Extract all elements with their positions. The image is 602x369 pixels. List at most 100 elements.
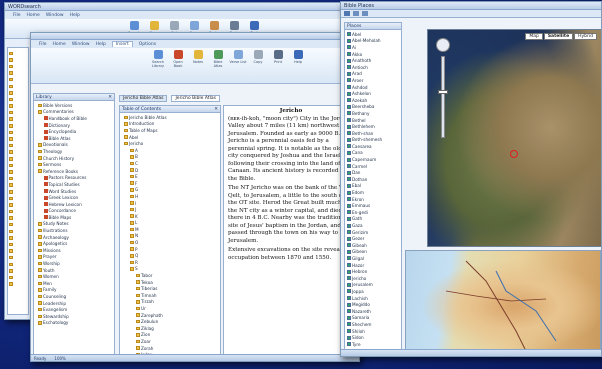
tab-options[interactable]: Options	[139, 42, 156, 47]
place-checkbox[interactable]	[347, 177, 351, 182]
place-checkbox[interactable]	[347, 197, 351, 202]
library-item[interactable]: Sermons	[36, 161, 112, 168]
place-checkbox[interactable]	[347, 309, 351, 314]
place-item[interactable]: Antioch	[347, 64, 399, 71]
back-library-item[interactable]	[9, 169, 27, 176]
library-item[interactable]: Pastors Resources	[36, 175, 112, 182]
back-arrow-icon[interactable]	[344, 11, 350, 16]
contents-item[interactable]: R	[122, 259, 218, 266]
place-checkbox[interactable]	[347, 45, 351, 50]
place-checkbox[interactable]	[347, 137, 351, 142]
place-checkbox[interactable]	[347, 289, 351, 294]
place-item[interactable]: Megiddo	[347, 301, 399, 308]
back-library-item[interactable]	[9, 149, 27, 156]
ribbon-button-3[interactable]: Bible Atlas	[209, 50, 227, 68]
close-icon[interactable]: ✕	[214, 107, 218, 112]
contents-item[interactable]: Zion	[122, 332, 218, 339]
place-item[interactable]: Bethlehem	[347, 123, 399, 130]
place-checkbox[interactable]	[347, 32, 351, 37]
place-checkbox[interactable]	[347, 144, 351, 149]
back-library-item[interactable]	[9, 109, 27, 116]
place-checkbox[interactable]	[347, 302, 351, 307]
library-item[interactable]: Theology	[36, 148, 112, 155]
place-item[interactable]: Nazareth	[347, 308, 399, 315]
place-checkbox[interactable]	[347, 210, 351, 215]
ribbon-button-1[interactable]: Open Book	[169, 50, 187, 68]
place-item[interactable]: Dothan	[347, 176, 399, 183]
place-checkbox[interactable]	[347, 315, 351, 320]
back-library-item[interactable]	[9, 261, 27, 268]
place-item[interactable]: Gath	[347, 216, 399, 223]
back-library-item[interactable]	[9, 195, 27, 202]
tab-home[interactable]: Home	[53, 42, 66, 47]
ribbon-button-0[interactable]: Search Library	[149, 50, 167, 68]
ribbon-button-2[interactable]: Notes	[189, 50, 207, 64]
contents-item[interactable]: O	[122, 239, 218, 246]
library-item[interactable]: Men	[36, 280, 112, 287]
contents-item[interactable]: Q	[122, 252, 218, 259]
library-item[interactable]: Counseling	[36, 293, 112, 300]
place-item[interactable]: Gibeon	[347, 249, 399, 256]
contents-item[interactable]: C	[122, 160, 218, 167]
library-item[interactable]: Topical Studies	[36, 181, 112, 188]
back-tab-home[interactable]: Home	[27, 13, 40, 18]
library-item[interactable]: Encyclopedia	[36, 128, 112, 135]
place-item[interactable]: Beth-shan	[347, 130, 399, 137]
place-item[interactable]: Ai	[347, 44, 399, 51]
place-item[interactable]: Hazor	[347, 262, 399, 269]
back-library-item[interactable]	[9, 175, 27, 182]
back-library-item[interactable]	[9, 136, 27, 143]
library-item[interactable]: Family	[36, 287, 112, 294]
place-checkbox[interactable]	[347, 203, 351, 208]
library-item[interactable]: Bible Atlas	[36, 135, 112, 142]
place-checkbox[interactable]	[347, 52, 351, 57]
library-item[interactable]: Leadership	[36, 300, 112, 307]
place-checkbox[interactable]	[347, 183, 351, 188]
back-library-item[interactable]	[9, 83, 27, 90]
tab-file[interactable]: File	[39, 42, 47, 47]
place-checkbox[interactable]	[347, 150, 351, 155]
close-icon[interactable]: ✕	[108, 95, 112, 100]
place-checkbox[interactable]	[347, 104, 351, 109]
back-library-item[interactable]	[9, 123, 27, 130]
back-tab-file[interactable]: File	[13, 13, 21, 18]
place-item[interactable]: Dan	[347, 169, 399, 176]
back-library-item[interactable]	[9, 70, 27, 77]
zoom-slider[interactable]	[441, 56, 445, 138]
place-item[interactable]: Emmaus	[347, 202, 399, 209]
back-library-item[interactable]	[9, 57, 27, 64]
place-item[interactable]: Lachish	[347, 295, 399, 302]
place-checkbox[interactable]	[347, 243, 351, 248]
place-item[interactable]: Shechem	[347, 321, 399, 328]
document-tab-active[interactable]: Jericho Bible Atlas	[171, 95, 220, 102]
library-item[interactable]: Bible Versions	[36, 102, 112, 109]
back-library-item[interactable]	[9, 228, 27, 235]
place-checkbox[interactable]	[347, 65, 351, 70]
ribbon-button-4[interactable]: Verse List	[229, 50, 247, 64]
contents-item[interactable]: Zarephath	[122, 312, 218, 319]
topographic-map[interactable]	[405, 250, 601, 350]
place-item[interactable]: Abel-Meholah	[347, 38, 399, 45]
place-checkbox[interactable]	[347, 296, 351, 301]
back-library-item[interactable]	[9, 50, 27, 57]
library-item[interactable]: Greek Lexicon	[36, 194, 112, 201]
back-library-item[interactable]	[9, 202, 27, 209]
back-library-item[interactable]	[9, 142, 27, 149]
place-checkbox[interactable]	[347, 85, 351, 90]
back-library-item[interactable]	[9, 281, 27, 288]
tab-window[interactable]: Window	[72, 42, 90, 47]
back-library-item[interactable]	[9, 254, 27, 261]
place-item[interactable]: Bethany	[347, 110, 399, 117]
place-item[interactable]: Samaria	[347, 315, 399, 322]
contents-item[interactable]: B	[122, 154, 218, 161]
back-library-item[interactable]	[9, 76, 27, 83]
place-item[interactable]: Ebal	[347, 183, 399, 190]
contents-item[interactable]: Timnah	[122, 292, 218, 299]
pan-control[interactable]	[436, 38, 450, 52]
place-checkbox[interactable]	[347, 157, 351, 162]
contents-item[interactable]: Table of Maps	[122, 127, 218, 134]
contents-item[interactable]: F	[122, 180, 218, 187]
place-item[interactable]: Bethel	[347, 117, 399, 124]
library-item[interactable]: Prayer	[36, 254, 112, 261]
place-item[interactable]: Sidon	[347, 334, 399, 341]
